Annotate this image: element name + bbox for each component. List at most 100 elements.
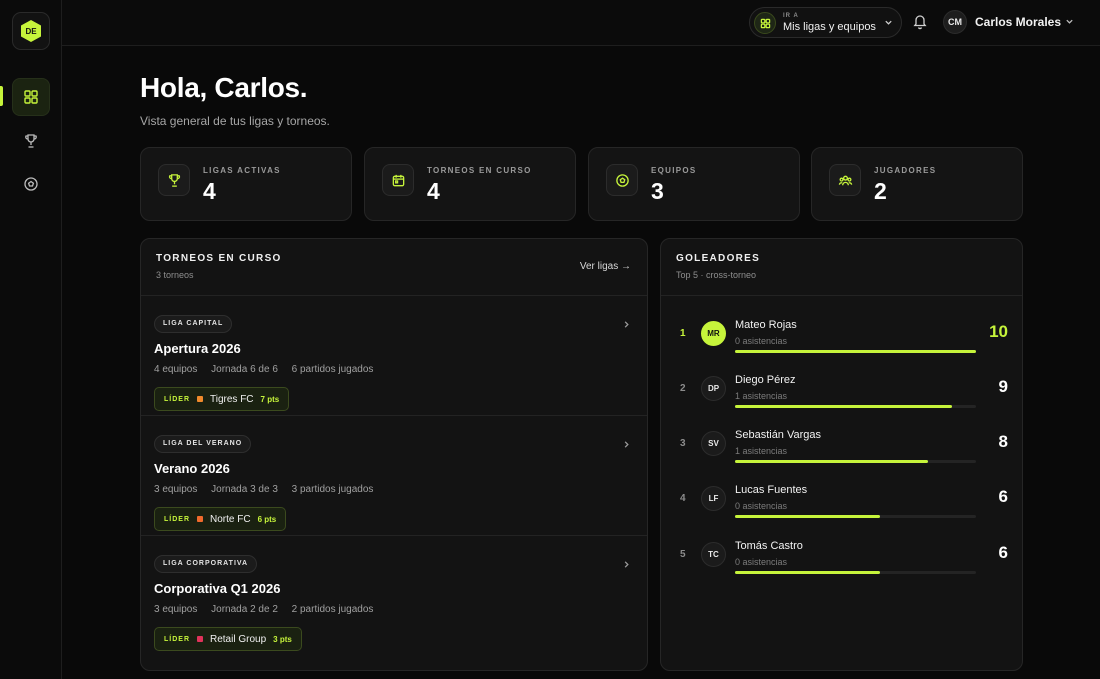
tournament-meta: 3 equipos Jornada 2 de 2 2 partidos juga…: [154, 604, 384, 615]
scorer-name: Diego Pérez: [735, 374, 796, 386]
scorer-row[interactable]: 1 MR Mateo Rojas 0 asistencias 10: [661, 312, 1022, 367]
goals-bar-fill: [735, 460, 928, 463]
tournament-row[interactable]: LIGA CAPITAL Apertura 2026 4 equipos Jor…: [141, 296, 647, 416]
logo[interactable]: DE: [12, 12, 50, 50]
leader-badge: LÍDER Tigres FC 7 pts: [154, 387, 290, 411]
tournaments-panel: TORNEOS EN CURSO 3 torneos Ver ligas → L…: [140, 238, 648, 671]
round-info: Jornada 3 de 3: [211, 484, 278, 495]
sidebar-item-leagues[interactable]: [12, 122, 50, 160]
round-info: Jornada 6 de 6: [211, 364, 278, 375]
scorer-assists: 1 asistencias: [735, 446, 788, 456]
leader-team: Norte FC: [210, 513, 251, 525]
stat-icon-wrap: [382, 164, 414, 196]
league-badge: LIGA CORPORATIVA: [154, 555, 258, 573]
teams-count: 4 equipos: [154, 364, 198, 375]
stat-label: TORNEOS EN CURSO: [427, 166, 532, 175]
scorer-rank: 5: [680, 549, 686, 560]
avatar: MR: [701, 321, 726, 346]
stat-icon-wrap: [829, 164, 861, 196]
stat-icon-wrap: [606, 164, 638, 196]
leader-points: 3 pts: [273, 634, 292, 644]
soccer-ball-icon: [615, 173, 629, 187]
scorers-panel: GOLEADORES Top 5 · cross-torneo 1 MR Mat…: [660, 238, 1023, 671]
matches-played: 6 partidos jugados: [291, 364, 374, 375]
league-badge: LIGA DEL VERANO: [154, 435, 252, 453]
leader-label: LÍDER: [164, 515, 190, 523]
goals-bar: [735, 350, 976, 353]
bell-icon[interactable]: [911, 12, 929, 30]
goals-bar: [735, 571, 976, 574]
tournament-row[interactable]: LIGA CORPORATIVA Corporativa Q1 2026 3 e…: [141, 536, 647, 656]
scorer-goals: 10: [989, 322, 1008, 341]
goto-dropdown[interactable]: IR A Mis ligas y equipos: [749, 7, 902, 38]
hexagon-logo-icon: DE: [19, 19, 43, 43]
goals-bar-fill: [735, 571, 880, 574]
leader-badge: LÍDER Retail Group 3 pts: [154, 627, 302, 651]
page-subtitle: Vista general de tus ligas y torneos.: [140, 114, 330, 128]
sidebar: DE: [0, 0, 62, 679]
divider: [661, 295, 1022, 296]
user-name[interactable]: Carlos Morales: [975, 15, 1061, 29]
user-avatar[interactable]: CM: [943, 10, 967, 34]
page-title: Hola, Carlos.: [140, 72, 308, 103]
chevron-down-icon[interactable]: [1065, 17, 1074, 26]
leader-points: 6 pts: [257, 514, 277, 524]
chevron-right-icon: [624, 321, 629, 328]
scorer-goals: 6: [998, 543, 1008, 562]
league-badge: LIGA CAPITAL: [154, 315, 233, 333]
teams-count: 3 equipos: [154, 484, 198, 495]
panel-subtitle: Top 5 · cross-torneo: [676, 270, 757, 280]
active-nav-indicator: [0, 86, 3, 106]
teams-count: 3 equipos: [154, 604, 198, 615]
stat-value: 4: [427, 178, 440, 204]
panel-subtitle: 3 torneos: [156, 270, 194, 280]
grid-icon: [760, 18, 770, 28]
matches-played: 2 partidos jugados: [291, 604, 374, 615]
stat-label: EQUIPOS: [651, 166, 697, 175]
round-info: Jornada 2 de 2: [211, 604, 278, 615]
stat-icon-wrap: [158, 164, 190, 196]
chevron-down-icon: [885, 20, 892, 25]
top-bar: IR A Mis ligas y equipos CM Carlos Moral…: [62, 0, 1100, 46]
view-leagues-link[interactable]: Ver ligas →: [580, 261, 631, 272]
scorer-assists: 0 asistencias: [735, 557, 788, 567]
panel-title: GOLEADORES: [676, 253, 761, 264]
scorer-row[interactable]: 3 SV Sebastián Vargas 1 asistencias 8: [661, 422, 1022, 477]
scorer-rank: 1: [680, 328, 686, 339]
team-color-dot: [197, 636, 203, 642]
goals-bar-fill: [735, 515, 880, 518]
scorer-assists: 0 asistencias: [735, 501, 788, 511]
tournament-row[interactable]: LIGA DEL VERANO Verano 2026 3 equipos Jo…: [141, 416, 647, 536]
avatar: DP: [701, 376, 726, 401]
sidebar-item-dashboard[interactable]: [12, 78, 50, 116]
goals-bar: [735, 515, 976, 518]
scorer-rank: 4: [680, 493, 686, 504]
stat-value: 3: [651, 178, 664, 204]
tournament-name: Verano 2026: [154, 461, 230, 476]
stat-card-teams: EQUIPOS 3: [588, 147, 800, 221]
chevron-right-icon: [624, 441, 629, 448]
goto-value: Mis ligas y equipos: [783, 21, 876, 33]
chevron-right-icon: [624, 561, 629, 568]
scorer-goals: 8: [998, 432, 1008, 451]
sidebar-item-teams[interactable]: [12, 165, 50, 203]
scorer-name: Tomás Castro: [735, 540, 803, 552]
trophy-icon: [25, 134, 37, 148]
scorer-row[interactable]: 2 DP Diego Pérez 1 asistencias 9: [661, 367, 1022, 422]
calendar-icon: [392, 174, 404, 186]
tournament-name: Corporativa Q1 2026: [154, 581, 281, 596]
scorer-row[interactable]: 4 LF Lucas Fuentes 0 asistencias 6: [661, 477, 1022, 532]
goals-bar-fill: [735, 350, 976, 353]
goto-icon-wrap: [754, 12, 776, 34]
scorer-name: Mateo Rojas: [735, 319, 797, 331]
stat-label: LIGAS ACTIVAS: [203, 166, 281, 175]
dashboard-icon: [24, 90, 38, 104]
goto-kicker: IR A: [783, 13, 799, 19]
scorer-row[interactable]: 5 TC Tomás Castro 0 asistencias 6: [661, 533, 1022, 588]
leader-points: 7 pts: [260, 394, 280, 404]
team-color-dot: [197, 516, 203, 522]
stat-card-players: JUGADORES 2: [811, 147, 1023, 221]
stat-value: 2: [874, 178, 887, 204]
goals-bar: [735, 405, 976, 408]
scorer-rank: 2: [680, 383, 686, 394]
